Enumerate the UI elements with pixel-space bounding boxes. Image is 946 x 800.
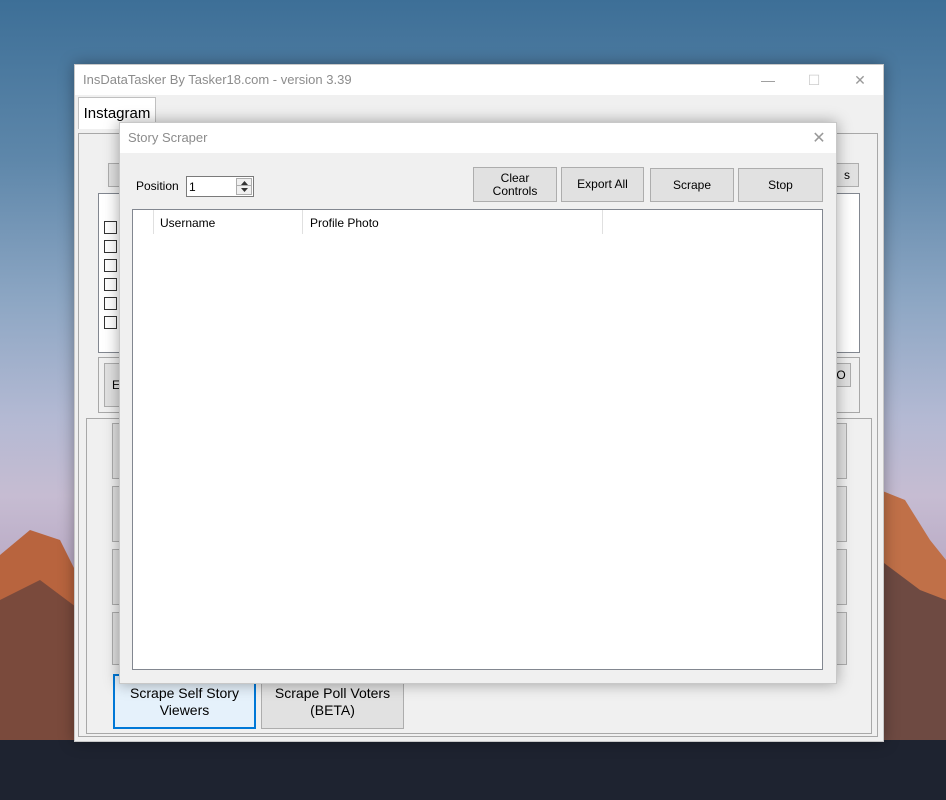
clear-controls-button[interactable]: Clear Controls [473,167,557,202]
main-titlebar: InsDataTasker By Tasker18.com - version … [75,65,883,95]
dialog-titlebar: Story Scraper ✕ [120,123,836,153]
clear-controls-label: Clear Controls [492,170,538,198]
column-header-username-label: Username [160,216,216,230]
chevron-down-icon [240,188,248,192]
account-checkbox[interactable] [104,240,117,253]
results-grid[interactable]: Username Profile Photo [132,209,823,670]
stop-label: Stop [768,177,793,192]
position-stepper[interactable]: 1 [186,176,254,197]
maximize-button[interactable]: ☐ [791,65,837,95]
background-action-button-right-label: O [836,367,846,382]
stop-button[interactable]: Stop [738,168,823,202]
scrape-label: Scrape [672,177,712,192]
dialog-close-button[interactable]: ✕ [802,123,836,153]
dialog-title: Story Scraper [128,130,208,145]
main-window-title: InsDataTasker By Tasker18.com - version … [83,72,352,87]
account-checkbox[interactable] [104,297,117,310]
export-all-button[interactable]: Export All [561,167,644,202]
background-button-top-right[interactable]: s [835,163,859,187]
account-checkbox[interactable] [104,221,117,234]
export-all-label: Export All [577,177,628,191]
tab-instagram-label: Instagram [83,105,151,122]
account-checkbox[interactable] [104,259,117,272]
column-header-profile-photo[interactable]: Profile Photo [304,210,603,234]
scrape-self-story-viewers-label: Scrape Self Story Viewers [130,684,239,718]
scrape-button[interactable]: Scrape [650,168,734,202]
account-checkbox[interactable] [104,278,117,291]
story-scraper-dialog: Story Scraper ✕ Position 1 Clear Control… [119,122,837,684]
close-button[interactable]: ✕ [837,65,883,95]
position-value: 1 [189,180,196,194]
column-header-profile-photo-label: Profile Photo [310,216,379,230]
stepper-down-button[interactable] [236,185,252,195]
row-header-column [133,210,154,234]
column-header-username[interactable]: Username [154,210,303,234]
grid-header: Username Profile Photo [133,210,603,236]
minimize-button[interactable]: — [745,65,791,95]
position-label: Position [136,179,179,193]
background-button-top-right-label: s [844,167,850,182]
scrape-poll-voters-label: Scrape Poll Voters (BETA) [274,684,391,718]
account-checkbox[interactable] [104,316,117,329]
